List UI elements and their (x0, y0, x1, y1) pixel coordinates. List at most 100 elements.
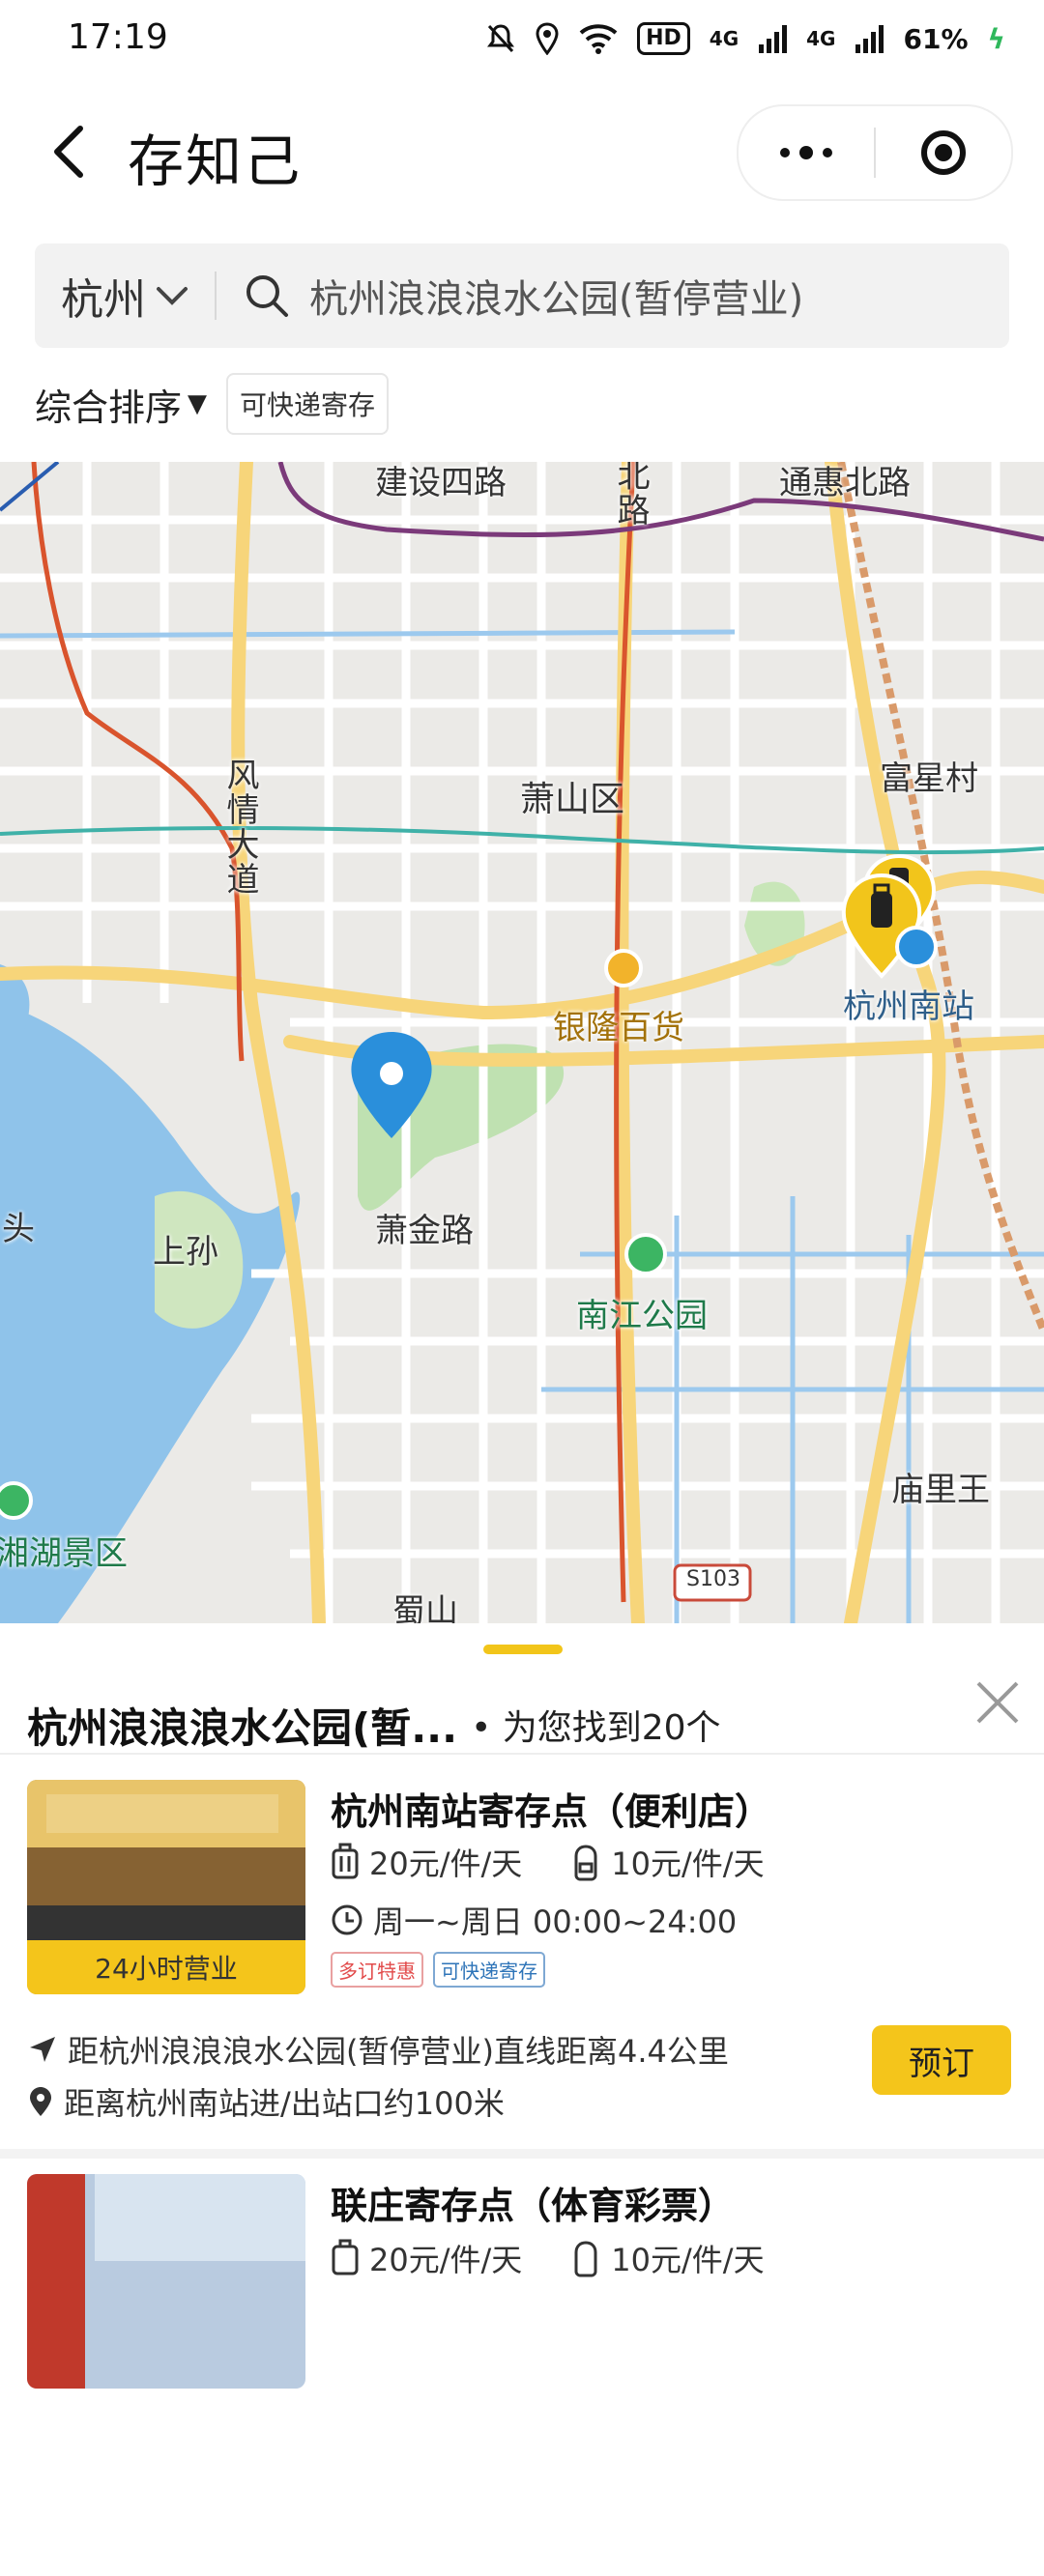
map-label-place: 上孙 (153, 1233, 218, 1272)
opening-hours-text: 周一~周日 00:00~24:00 (373, 1903, 738, 1940)
storage-name: 杭州南站寄存点（便利店） (331, 1790, 772, 1833)
distance-info: 距杭州浪浪浪水公园(暂停营业)直线距离4.4公里 (27, 2027, 729, 2072)
back-button[interactable] (39, 118, 97, 186)
small-bag-price: 10元/件/天 (570, 2236, 765, 2280)
distance-text: 距杭州浪浪浪水公园(暂停营业)直线距离4.4公里 (68, 2033, 729, 2070)
city-label: 杭州 (61, 275, 146, 325)
express-tag: 可快递寄存 (433, 1952, 545, 1988)
more-dot-icon (780, 148, 790, 157)
signal-icon-2 (856, 25, 884, 53)
list-item[interactable]: 联庄寄存点（体育彩票） 20元/件/天 10元/件/天 (0, 2149, 1044, 2576)
network-type-2: 4G (806, 27, 836, 50)
close-icon[interactable] (969, 1674, 1027, 1732)
large-bag-price-text: 20元/件/天 (369, 2242, 523, 2278)
battery-level: 61% (903, 22, 969, 55)
price-row: 20元/件/天 10元/件/天 (331, 1840, 765, 1884)
station-info: 距离杭州南站进/出站口约100米 (27, 2079, 505, 2124)
storage-photo (27, 2174, 305, 2389)
mute-bell-icon (487, 24, 515, 53)
large-bag-price: 20元/件/天 (331, 1840, 522, 1884)
small-bag-price: 10元/件/天 (570, 1840, 765, 1884)
sort-dropdown[interactable]: 综合排序 ▼ (35, 378, 207, 431)
clock-icon (332, 1904, 362, 1935)
sheet-title: 杭州浪浪浪水公园(暂... (27, 1703, 458, 1752)
express-storage-filter-chip[interactable]: 可快递寄存 (226, 373, 390, 435)
map-label-place: 庙里王 (891, 1471, 990, 1509)
more-dot-icon (823, 148, 832, 157)
chevron-down-icon (157, 287, 188, 305)
map-label-poi: 银隆百货 (553, 1009, 684, 1047)
navigation-arrow-icon (30, 2037, 55, 2062)
sheet-drag-handle[interactable] (483, 1645, 563, 1654)
miniprogram-capsule (737, 104, 1013, 201)
map-label-road: 风情大道 (220, 758, 259, 897)
map-view[interactable]: 建设四路 北路 通惠北路 富星村 萧山区 风情大道 银隆百货 杭州南站 萧金路 … (0, 462, 1044, 1623)
map-canvas (0, 462, 1044, 1623)
station-text: 距离杭州南站进/出站口约100米 (64, 2085, 505, 2122)
map-label-place: 头 (2, 1210, 35, 1248)
status-icons: HD 4G 4G 61% ϟ (486, 17, 1005, 60)
tag-list: 多订特惠 可快递寄存 (331, 1952, 545, 1988)
price-row: 20元/件/天 10元/件/天 (331, 2236, 765, 2280)
divider (0, 1753, 1044, 1755)
storage-name: 联庄寄存点（体育彩票） (331, 2185, 736, 2227)
storage-photo: 24小时营业 (27, 1780, 305, 1994)
signal-icon-1 (759, 25, 788, 53)
status-bar: 17:19 HD 4G 4G 61% ϟ (0, 0, 1044, 77)
scenic-icon (0, 1481, 33, 1520)
more-dot-icon (799, 146, 813, 159)
close-miniprogram-button[interactable] (876, 106, 1011, 199)
target-icon (921, 130, 966, 175)
book-button[interactable]: 预订 (872, 2025, 1011, 2095)
page-title: 存知己 (128, 129, 303, 194)
map-label-place: 富星村 (880, 759, 978, 798)
map-label-park: 南江公园 (576, 1297, 708, 1335)
map-label-road: 通惠北路 (779, 464, 911, 502)
map-label-station: 杭州南站 (843, 987, 974, 1026)
network-type-1: 4G (709, 27, 740, 50)
filter-row: 综合排序 ▼ 可快递寄存 (35, 372, 390, 436)
opening-hours: 周一~周日 00:00~24:00 (331, 1898, 737, 1942)
nav-bar: 存知己 (0, 87, 1044, 213)
chevron-left-icon (54, 126, 83, 178)
shopping-icon (604, 949, 643, 987)
large-bag-price-text: 20元/件/天 (369, 1846, 523, 1882)
list-item[interactable]: 24小时营业 杭州南站寄存点（便利店） 20元/件/天 10元/件/天 周一~周… (0, 1753, 1044, 2180)
park-icon (624, 1233, 667, 1275)
luggage-icon (332, 1843, 359, 1879)
charging-icon: ϟ (987, 22, 1005, 55)
more-button[interactable] (739, 106, 874, 199)
city-selector[interactable]: 杭州 (35, 265, 215, 327)
map-label-highway: S103 (686, 1567, 740, 1591)
caret-down-icon: ▼ (188, 389, 208, 418)
status-time: 17:19 (68, 17, 168, 57)
small-bag-price-text: 10元/件/天 (611, 1846, 765, 1882)
map-label-district: 萧山区 (520, 780, 625, 819)
backpack-icon (574, 2241, 597, 2277)
hd-badge: HD (637, 22, 690, 55)
small-bag-price-text: 10元/件/天 (611, 2242, 765, 2278)
map-label-road: 北路 (611, 462, 650, 528)
backpack-icon (574, 1845, 597, 1881)
map-label-scenic: 湘湖景区 (0, 1534, 128, 1573)
result-count: • 为您找到20个 (471, 1708, 721, 1748)
sort-label: 综合排序 (35, 386, 183, 429)
open-hours-badge: 24小时营业 (27, 1940, 305, 1994)
luggage-icon (332, 2239, 359, 2275)
location-pin-icon (30, 2087, 51, 2116)
map-label-road: 建设四路 (375, 464, 507, 502)
search-bar: 杭州 杭州浪浪浪水公园(暂停营业) (35, 243, 1009, 348)
storage-photo-image (27, 2174, 305, 2389)
divider (0, 2149, 1044, 2159)
discount-tag: 多订特惠 (331, 1952, 423, 1988)
wifi-icon (579, 24, 618, 54)
location-icon (536, 22, 559, 55)
search-icon (246, 275, 288, 317)
search-input[interactable]: 杭州浪浪浪水公园(暂停营业) (309, 268, 803, 324)
results-sheet: 杭州浪浪浪水公园(暂... • 为您找到20个 24小时营业 杭州南站寄存点（便… (0, 1623, 1044, 2389)
large-bag-price: 20元/件/天 (331, 2236, 522, 2280)
search-divider (215, 272, 217, 320)
map-label-road: 萧金路 (375, 1212, 474, 1250)
train-station-icon (895, 926, 938, 968)
map-label-place: 蜀山 (392, 1592, 458, 1623)
